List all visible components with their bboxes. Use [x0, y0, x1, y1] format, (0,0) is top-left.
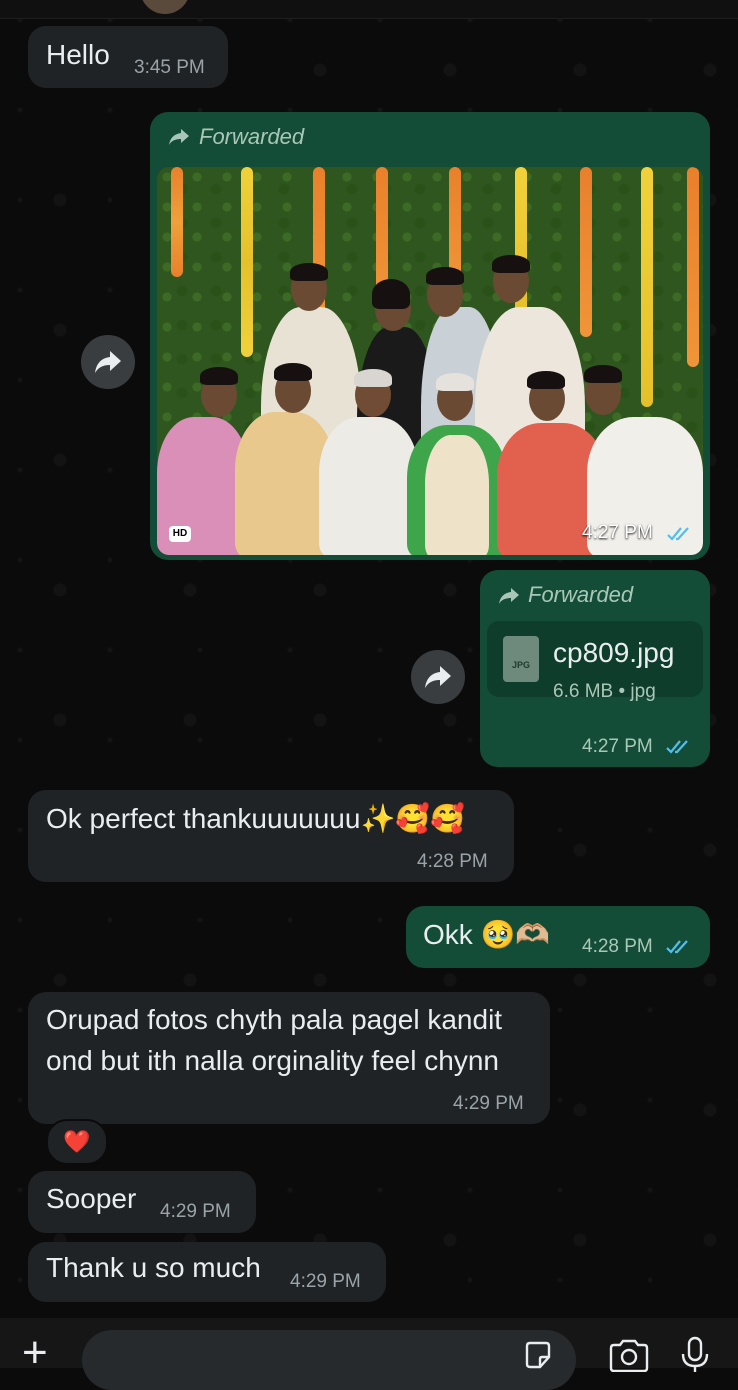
avatar[interactable]	[140, 0, 190, 14]
message-time: 3:45 PM	[134, 57, 205, 78]
heart-reaction[interactable]: ❤️	[46, 1119, 108, 1165]
file-icon: JPG	[503, 636, 539, 682]
message-time: 4:27 PM	[582, 522, 653, 543]
message-time: 4:29 PM	[290, 1271, 361, 1292]
message-text-line-1: Orupad fotos chyth pala pagel kandit	[46, 1004, 503, 1035]
plus-icon[interactable]: +	[22, 1331, 48, 1375]
message-bubble-hello[interactable]: Hello 3:45 PM	[28, 26, 228, 88]
message-text: Ok perfect thankuuuuuuu✨🥰🥰	[46, 803, 466, 834]
chat-header	[0, 0, 738, 19]
photo-image[interactable]: HD 4:27 PM	[157, 167, 703, 555]
message-bubble[interactable]: Sooper 4:29 PM	[28, 1171, 256, 1233]
message-time: 4:27 PM	[582, 736, 653, 757]
document-attachment[interactable]: JPG cp809.jpg 6.6 MB • jpg	[487, 621, 703, 702]
message-text: Thank u so much	[46, 1252, 261, 1283]
message-input[interactable]	[82, 1330, 576, 1390]
message-time: 4:28 PM	[582, 936, 653, 957]
read-ticks-icon	[666, 939, 692, 955]
message-text: Hello	[46, 39, 110, 70]
message-time: 4:29 PM	[453, 1093, 524, 1114]
message-text: Sooper	[46, 1183, 137, 1214]
forwarded-label: Forwarded	[528, 582, 634, 607]
forward-arrow-icon	[499, 588, 519, 604]
message-bubble[interactable]: Orupad fotos chyth pala pagel kandit ond…	[28, 992, 550, 1124]
share-icon	[95, 351, 121, 373]
message-time: 4:29 PM	[160, 1201, 231, 1222]
file-meta: 6.6 MB • jpg	[553, 681, 656, 702]
read-ticks-icon	[666, 739, 692, 755]
forwarded-label: Forwarded	[199, 124, 305, 149]
camera-icon[interactable]	[608, 1338, 650, 1372]
share-icon	[425, 666, 451, 688]
message-bubble[interactable]: Ok perfect thankuuuuuuu✨🥰🥰 4:28 PM	[28, 790, 514, 882]
share-button[interactable]	[411, 650, 465, 704]
message-text: Okk 🥹🫶🏼	[423, 919, 551, 950]
forward-arrow-icon	[169, 129, 189, 145]
share-button[interactable]	[81, 335, 135, 389]
message-time: 4:28 PM	[417, 851, 488, 872]
sticker-icon[interactable]	[523, 1340, 553, 1370]
hd-badge: HD	[169, 526, 191, 542]
read-ticks-icon	[667, 526, 693, 542]
mic-icon[interactable]	[680, 1336, 710, 1374]
message-bubble[interactable]: Thank u so much 4:29 PM	[28, 1242, 386, 1302]
message-bubble[interactable]: Okk 🥹🫶🏼 4:28 PM	[406, 906, 710, 968]
file-name: cp809.jpg	[553, 637, 675, 668]
message-text-line-2: ond but ith nalla orginality feel chynn	[46, 1045, 499, 1076]
